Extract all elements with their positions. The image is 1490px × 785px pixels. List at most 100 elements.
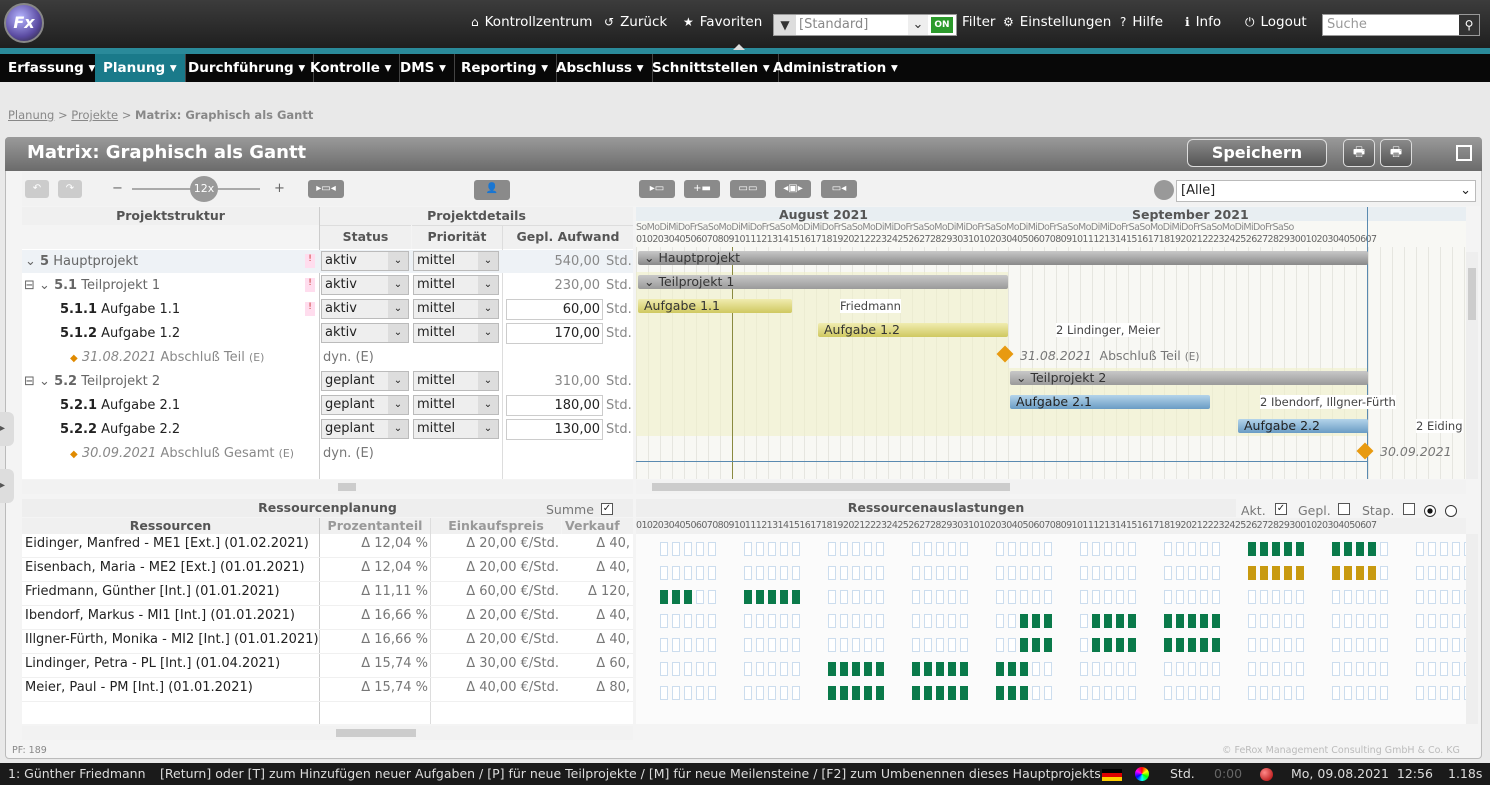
zoom-handle[interactable]: 12x bbox=[190, 176, 218, 202]
tree-item-5-2[interactable]: ⊟ ⌄ 5.2 Teilprojekt 2 bbox=[24, 374, 160, 389]
scroll-thumb[interactable] bbox=[336, 729, 416, 737]
tree-milestone-2[interactable]: ◆ 30.09.2021 Abschluß Gesamt (E) bbox=[70, 446, 294, 461]
sum-checkbox[interactable]: ✓ bbox=[601, 503, 613, 515]
h-scrollbar[interactable] bbox=[320, 480, 633, 494]
scroll-thumb[interactable] bbox=[338, 483, 356, 491]
radio-selected[interactable] bbox=[1424, 505, 1436, 517]
menu-durchfuehrung[interactable]: Durchführung ▾ bbox=[180, 54, 315, 82]
fit-view-button[interactable]: ▸▭◂ bbox=[308, 180, 344, 198]
load-chart[interactable] bbox=[636, 534, 1466, 724]
menu-planung[interactable]: Planung ▾ bbox=[95, 54, 186, 82]
radio[interactable] bbox=[1445, 505, 1457, 517]
status-select[interactable]: aktiv ⌄ bbox=[321, 275, 409, 295]
status-select[interactable]: aktiv ⌄ bbox=[321, 299, 409, 319]
gantt-bar-teilprojekt2[interactable]: ⌄ Teilprojekt 2 bbox=[1010, 371, 1368, 385]
gantt-chart[interactable]: August 2021 September 2021 SoMoDiMiDoFrS… bbox=[636, 207, 1466, 479]
record-icon[interactable] bbox=[1260, 768, 1273, 781]
tree-item-5-2-2[interactable]: 5.2.2 Aufgabe 2.2 bbox=[60, 422, 180, 437]
menu-erfassung[interactable]: Erfassung ▾ bbox=[0, 54, 105, 82]
view-filter-select[interactable]: [Alle] ⌄ bbox=[1176, 180, 1476, 202]
tree-item-5-1[interactable]: ⊟ ⌄ 5.1 Teilprojekt 1 bbox=[24, 278, 160, 293]
load-cell bbox=[1104, 614, 1112, 628]
priority-select[interactable]: mittel ⌄ bbox=[413, 371, 499, 391]
gantt-bar-aufgabe12[interactable]: Aufgabe 1.2 bbox=[818, 323, 1008, 337]
nav-hilfe[interactable]: ? Hilfe bbox=[1120, 14, 1163, 30]
gantt-bar-aufgabe21[interactable]: Aufgabe 2.1 bbox=[1010, 395, 1210, 409]
breadcrumb-projekte[interactable]: Projekte bbox=[71, 108, 118, 122]
status-select[interactable]: aktiv ⌄ bbox=[321, 251, 409, 271]
h-scrollbar[interactable] bbox=[320, 726, 633, 740]
gantt-bar-aufgabe11[interactable]: Aufgabe 1.1 bbox=[638, 299, 792, 313]
redo-button[interactable]: ↷ bbox=[58, 180, 82, 198]
v-scrollbar[interactable] bbox=[1466, 534, 1478, 724]
load-cell bbox=[744, 662, 752, 676]
zoom-out-icon[interactable]: − bbox=[112, 181, 123, 196]
gantt-bar-hauptprojekt[interactable]: ⌄ Hauptprojekt bbox=[638, 251, 1368, 265]
search-icon[interactable]: ⚲ bbox=[1459, 15, 1479, 35]
load-cell bbox=[852, 662, 860, 676]
print-gantt-button[interactable]: 🖶 bbox=[1343, 139, 1375, 167]
status-select[interactable]: geplant ⌄ bbox=[321, 371, 409, 391]
tree-item-5-1-2[interactable]: 5.1.2 Aufgabe 1.2 bbox=[60, 326, 180, 341]
nav-einstellungen[interactable]: ⚙ Einstellungen bbox=[1003, 14, 1111, 30]
menu-reporting[interactable]: Reporting ▾ bbox=[453, 54, 557, 82]
tree-item-5-2-1[interactable]: 5.2.1 Aufgabe 2.1 bbox=[60, 398, 180, 413]
nav-kontrollzentrum[interactable]: ⌂ Kontrollzentrum bbox=[471, 14, 592, 30]
collapse-arrow-icon[interactable] bbox=[733, 44, 745, 50]
menu-abschluss[interactable]: Abschluss ▾ bbox=[548, 54, 653, 82]
move-end-button[interactable]: ▭◂ bbox=[821, 180, 857, 198]
priority-select[interactable]: mittel ⌄ bbox=[413, 323, 499, 343]
menu-dms[interactable]: DMS ▾ bbox=[392, 54, 455, 82]
link-button[interactable]: ▭▭ bbox=[730, 180, 766, 198]
today-button[interactable]: ◂▣▸ bbox=[775, 180, 811, 198]
search-input[interactable]: Suche ⚲ bbox=[1322, 14, 1480, 36]
v-scrollbar[interactable] bbox=[1466, 252, 1478, 479]
assign-resource-button[interactable]: 👤 bbox=[474, 180, 510, 200]
zoom-in-icon[interactable]: + bbox=[274, 181, 285, 196]
tree-item-5-1-1[interactable]: 5.1.1 Aufgabe 1.1 bbox=[60, 302, 180, 317]
nav-logout[interactable]: ⏻ Logout bbox=[1245, 14, 1307, 30]
status-select[interactable]: geplant ⌄ bbox=[321, 395, 409, 415]
status-select[interactable]: aktiv ⌄ bbox=[321, 323, 409, 343]
color-wheel-icon[interactable] bbox=[1135, 767, 1149, 781]
flag-de-icon[interactable] bbox=[1102, 769, 1122, 781]
priority-select[interactable]: mittel ⌄ bbox=[413, 275, 499, 295]
maximize-icon[interactable] bbox=[1456, 145, 1472, 161]
menu-kontrolle[interactable]: Kontrolle ▾ bbox=[302, 54, 401, 82]
undo-button[interactable]: ↶ bbox=[25, 180, 49, 198]
collapse-left-handle[interactable]: ▸ bbox=[0, 412, 14, 446]
tree-milestone-1[interactable]: ◆ 31.08.2021 Abschluß Teil (E) bbox=[70, 350, 264, 365]
stap-checkbox[interactable] bbox=[1403, 503, 1415, 515]
move-start-button[interactable]: ▸▭ bbox=[639, 180, 675, 198]
h-scrollbar[interactable] bbox=[22, 726, 320, 740]
tree-item-5[interactable]: ⌄ 5 Hauptprojekt bbox=[25, 254, 138, 269]
gantt-bar-aufgabe22[interactable]: Aufgabe 2.2 bbox=[1238, 419, 1368, 433]
collapse-left-handle[interactable]: ▸ bbox=[0, 469, 14, 503]
nav-info[interactable]: ℹ Info bbox=[1185, 14, 1221, 30]
filter-select[interactable]: ▼ [Standard] ⌄ ON bbox=[773, 14, 957, 36]
status-select[interactable]: geplant ⌄ bbox=[321, 419, 409, 439]
priority-select[interactable]: mittel ⌄ bbox=[413, 251, 499, 271]
akt-checkbox[interactable]: ✓ bbox=[1275, 503, 1287, 515]
menu-schnittstellen[interactable]: Schnittstellen ▾ bbox=[644, 54, 779, 82]
app-logo[interactable]: Fx bbox=[4, 3, 44, 43]
columns-icon[interactable] bbox=[1154, 180, 1174, 200]
priority-select[interactable]: mittel ⌄ bbox=[413, 299, 499, 319]
h-scrollbar[interactable] bbox=[22, 480, 356, 494]
menu-administration[interactable]: Administration ▾ bbox=[765, 54, 906, 82]
breadcrumb-planung[interactable]: Planung bbox=[8, 108, 54, 122]
nav-favoriten[interactable]: ★ Favoriten bbox=[683, 14, 762, 30]
filter-label[interactable]: Filter bbox=[962, 14, 995, 30]
scroll-thumb[interactable] bbox=[652, 483, 1010, 491]
gepl-checkbox[interactable] bbox=[1338, 503, 1350, 515]
priority-select[interactable]: mittel ⌄ bbox=[413, 419, 499, 439]
h-scrollbar[interactable] bbox=[636, 480, 1466, 494]
priority-select[interactable]: mittel ⌄ bbox=[413, 395, 499, 415]
gantt-bar-teilprojekt1[interactable]: ⌄ Teilprojekt 1 bbox=[638, 275, 1008, 289]
nav-zurueck[interactable]: ↺ Zurück bbox=[604, 14, 667, 30]
save-button[interactable]: Speichern bbox=[1187, 139, 1327, 167]
scroll-thumb[interactable] bbox=[1468, 268, 1476, 320]
print-matrix-button[interactable]: 🖶 bbox=[1380, 139, 1412, 167]
add-bar-button[interactable]: +▬ bbox=[684, 180, 720, 198]
filter-on-toggle[interactable]: ON bbox=[931, 17, 953, 33]
